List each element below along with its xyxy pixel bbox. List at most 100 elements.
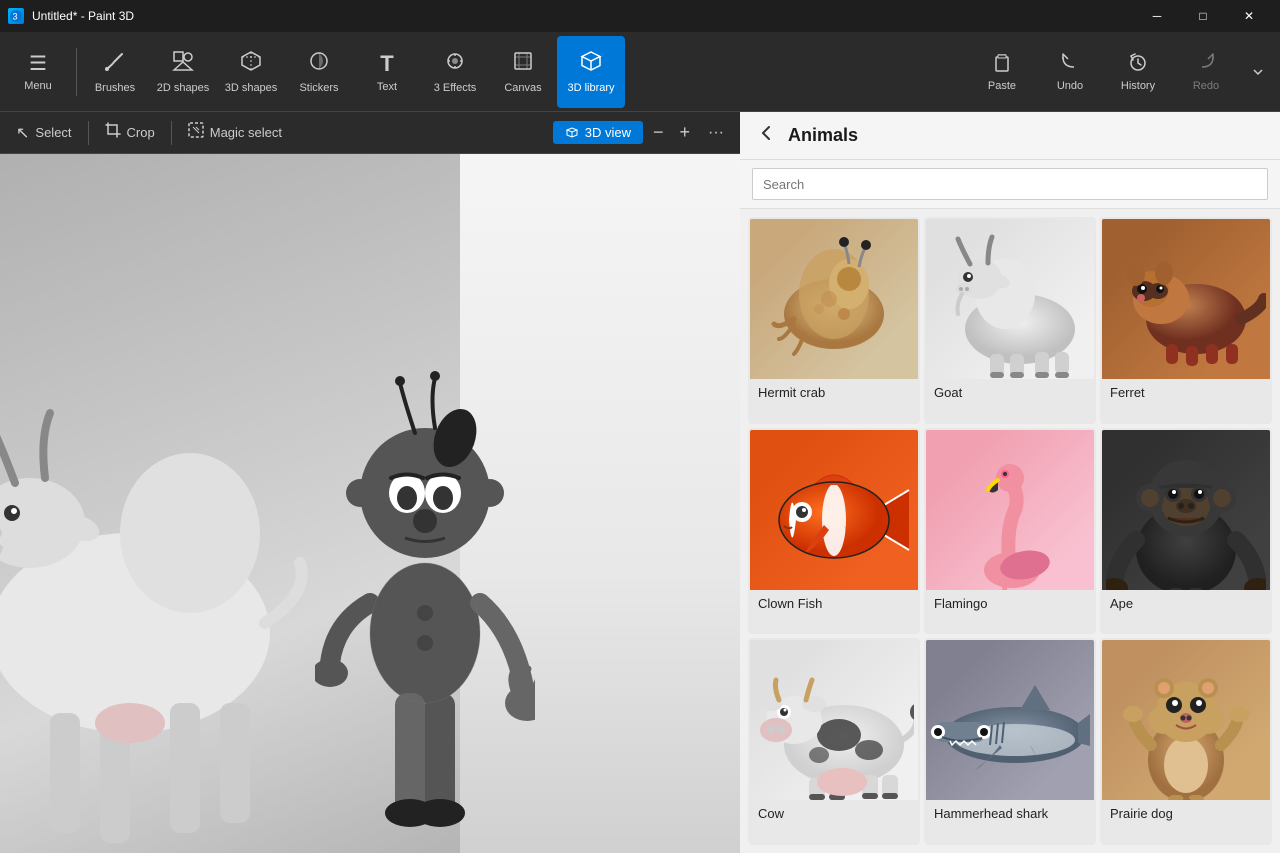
animal-card-ape[interactable]: Ape — [1100, 428, 1272, 635]
crop-icon — [105, 122, 121, 143]
brushes-label: Brushes — [95, 82, 135, 94]
toolbar-right: Paste Undo History — [968, 36, 1276, 108]
redo-icon — [1195, 51, 1217, 76]
panel-header: Animals — [740, 112, 1280, 160]
magic-select-icon — [188, 122, 204, 143]
canvas-divider-1 — [88, 121, 89, 145]
canvas-divider-2 — [171, 121, 172, 145]
canvas-toolbar: ↖ Select Crop — [0, 112, 740, 154]
history-label: History — [1121, 80, 1155, 92]
canvas-area: ↖ Select Crop — [0, 112, 740, 853]
titlebar-controls: ─ □ ✕ — [1134, 0, 1272, 32]
animal-card-hermit-crab[interactable]: Hermit crab — [748, 217, 920, 424]
toolbar-history[interactable]: History — [1104, 36, 1172, 108]
animal-card-goat[interactable]: Goat — [924, 217, 1096, 424]
svg-text:3: 3 — [13, 12, 18, 22]
animal-card-flamingo[interactable]: Flamingo — [924, 428, 1096, 635]
main-toolbar: ☰ Menu Brushes 2D shapes — [0, 32, 1280, 112]
animal-image-hermit-crab — [750, 219, 918, 379]
toolbar-paste[interactable]: Paste — [968, 36, 1036, 108]
toolbar-redo[interactable]: Redo — [1172, 36, 1240, 108]
effects-icon — [444, 50, 466, 78]
redo-label: Redo — [1193, 80, 1219, 92]
select-label: Select — [35, 125, 71, 140]
animal-card-cow[interactable]: Cow — [748, 638, 920, 845]
more-options-button[interactable]: ··· — [700, 122, 732, 144]
toolbar-canvas[interactable]: Canvas — [489, 36, 557, 108]
titlebar: 3 Untitled* - Paint 3D ─ □ ✕ — [0, 0, 1280, 32]
effects-label: 3 Effects — [434, 82, 477, 94]
animal-name-ferret: Ferret — [1102, 379, 1270, 408]
close-button[interactable]: ✕ — [1226, 0, 1272, 32]
animal-card-prairie-dog[interactable]: Prairie dog — [1100, 638, 1272, 845]
zoom-out-button[interactable]: − — [647, 120, 670, 145]
panel-title: Animals — [788, 125, 858, 146]
3d-view-label: 3D view — [585, 125, 631, 140]
animal-image-hammerhead-shark — [926, 640, 1094, 800]
paste-icon — [991, 51, 1013, 76]
animal-name-flamingo: Flamingo — [926, 590, 1094, 619]
undo-icon — [1059, 51, 1081, 76]
toolbar-text[interactable]: T Text — [353, 36, 421, 108]
select-icon: ↖ — [16, 123, 29, 143]
toolbar-2dshapes[interactable]: 2D shapes — [149, 36, 217, 108]
content-area: ↖ Select Crop — [0, 112, 1280, 853]
zoom-in-button[interactable]: + — [674, 120, 697, 145]
toolbar-menu[interactable]: ☰ Menu — [4, 36, 72, 108]
canvas-label: Canvas — [504, 82, 541, 94]
magic-select-tool[interactable]: Magic select — [180, 118, 290, 147]
3dlibrary-label: 3D library — [567, 82, 614, 94]
search-input[interactable] — [752, 168, 1268, 200]
magic-select-label: Magic select — [210, 125, 282, 140]
main-canvas[interactable] — [0, 154, 740, 853]
canvas-view-right: 3D view − + ··· — [553, 120, 732, 145]
toolbar-brushes[interactable]: Brushes — [81, 36, 149, 108]
2dshapes-icon — [172, 50, 194, 78]
animal-card-clown-fish[interactable]: Clown Fish — [748, 428, 920, 635]
animal-image-prairie-dog — [1102, 640, 1270, 800]
animal-image-ferret — [1102, 219, 1270, 379]
3d-view-button[interactable]: 3D view — [553, 121, 643, 144]
maximize-button[interactable]: □ — [1180, 0, 1226, 32]
stickers-label: Stickers — [299, 82, 338, 94]
canvas-icon — [512, 50, 534, 78]
select-tool[interactable]: ↖ Select — [8, 119, 80, 147]
animal-card-hammerhead-shark[interactable]: Hammerhead shark — [924, 638, 1096, 845]
animal-card-ferret[interactable]: Ferret — [1100, 217, 1272, 424]
back-button[interactable] — [756, 123, 776, 149]
animal-image-clown-fish — [750, 430, 918, 590]
toolbar-stickers[interactable]: Stickers — [285, 36, 353, 108]
toolbar-undo[interactable]: Undo — [1036, 36, 1104, 108]
toolbar-divider-1 — [76, 48, 77, 96]
crop-label: Crop — [127, 125, 155, 140]
3dshapes-label: 3D shapes — [225, 82, 278, 94]
toolbar-3dlibrary[interactable]: 3D library — [557, 36, 625, 108]
menu-icon: ☰ — [29, 51, 47, 76]
animal-name-hermit-crab: Hermit crab — [750, 379, 918, 408]
animal-name-hammerhead-shark: Hammerhead shark — [926, 800, 1094, 829]
3dlibrary-icon — [580, 50, 602, 78]
text-label: Text — [377, 81, 397, 93]
right-panel: Animals Hermit crab — [740, 112, 1280, 853]
3dshapes-icon — [240, 50, 262, 78]
text-icon: T — [380, 51, 393, 77]
app-icon: 3 — [8, 8, 24, 24]
crop-tool[interactable]: Crop — [97, 118, 163, 147]
animal-name-clown-fish: Clown Fish — [750, 590, 918, 619]
titlebar-left: 3 Untitled* - Paint 3D — [8, 8, 134, 24]
minimize-button[interactable]: ─ — [1134, 0, 1180, 32]
cartoon-character — [315, 273, 535, 853]
animal-image-ape — [1102, 430, 1270, 590]
menu-label: Menu — [24, 80, 52, 92]
app-title: Untitled* - Paint 3D — [32, 9, 134, 23]
undo-label: Undo — [1057, 80, 1083, 92]
toolbar-collapse[interactable] — [1240, 64, 1276, 80]
animal-image-goat — [926, 219, 1094, 379]
2dshapes-label: 2D shapes — [157, 82, 210, 94]
animal-name-ape: Ape — [1102, 590, 1270, 619]
toolbar-effects[interactable]: 3 Effects — [421, 36, 489, 108]
animal-name-cow: Cow — [750, 800, 918, 829]
animal-image-cow — [750, 640, 918, 800]
toolbar-3dshapes[interactable]: 3D shapes — [217, 36, 285, 108]
brushes-icon — [104, 50, 126, 78]
